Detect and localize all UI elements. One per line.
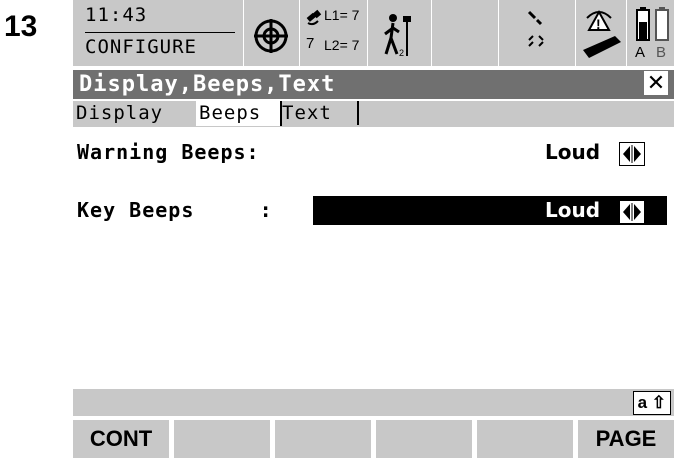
position-status-icon xyxy=(254,19,288,53)
warning-beeps-selector-icon[interactable] xyxy=(619,142,645,166)
key-beeps-selector-icon[interactable] xyxy=(619,200,645,224)
key-beeps-highlight[interactable] xyxy=(313,196,667,225)
panel-title: Display,Beeps,Text xyxy=(79,72,336,97)
title-bar: Display,Beeps,Text ✕ xyxy=(73,70,674,99)
f4-button[interactable] xyxy=(376,420,472,458)
tab-bar: Display Beeps Text xyxy=(73,101,674,127)
tab-display[interactable]: Display xyxy=(73,101,199,125)
radio-link-icon xyxy=(527,10,544,47)
tab-beeps[interactable]: Beeps xyxy=(196,101,282,126)
warning-beeps-label: Warning Beeps: xyxy=(77,140,260,164)
status-separator xyxy=(431,0,432,66)
input-mode-indicator: a ⇧ xyxy=(632,391,671,415)
f2-button[interactable] xyxy=(174,420,270,458)
status-bar: 11:43 CONFIGURE 7 L1= 7 L2= 7 2 ! A B xyxy=(73,0,674,66)
input-mode-bar: a ⇧ xyxy=(73,389,674,416)
status-separator xyxy=(299,0,300,66)
tab-text[interactable]: Text xyxy=(279,101,359,125)
status-separator xyxy=(626,0,627,66)
step-number: 13 xyxy=(4,10,38,43)
svg-text:2: 2 xyxy=(399,48,404,58)
key-beeps-label: Key Beeps : xyxy=(77,198,273,222)
l1-count: L1= 7 xyxy=(324,7,360,23)
f3-button[interactable] xyxy=(275,420,371,458)
status-separator xyxy=(498,0,499,66)
function-key-bar: CONT PAGE xyxy=(73,418,674,458)
status-separator xyxy=(575,0,576,66)
f1-cont-button[interactable]: CONT xyxy=(73,420,169,458)
status-mode: CONFIGURE xyxy=(85,36,197,58)
device-screen: 11:43 CONFIGURE 7 L1= 7 L2= 7 2 ! A B Di… xyxy=(73,0,674,458)
svg-text:!: ! xyxy=(596,16,601,32)
battery-a-label: A xyxy=(635,44,646,61)
status-divider xyxy=(85,32,235,33)
satellite-icon xyxy=(306,9,322,26)
battery-icon xyxy=(636,7,669,41)
close-button[interactable]: ✕ xyxy=(644,71,668,95)
warning-beeps-value[interactable]: Loud xyxy=(545,140,600,164)
status-separator xyxy=(243,0,244,66)
memory-warning-icon: ! xyxy=(583,9,621,58)
rover-antenna-icon: 2 xyxy=(384,14,411,58)
battery-b-label: B xyxy=(656,44,667,61)
status-separator xyxy=(367,0,368,66)
f5-button[interactable] xyxy=(477,420,573,458)
status-time: 11:43 xyxy=(85,4,148,26)
l2-count: L2= 7 xyxy=(324,37,360,53)
satellites-count: 7 xyxy=(306,35,315,52)
key-beeps-value[interactable]: Loud xyxy=(545,198,600,222)
f6-page-button[interactable]: PAGE xyxy=(578,420,674,458)
